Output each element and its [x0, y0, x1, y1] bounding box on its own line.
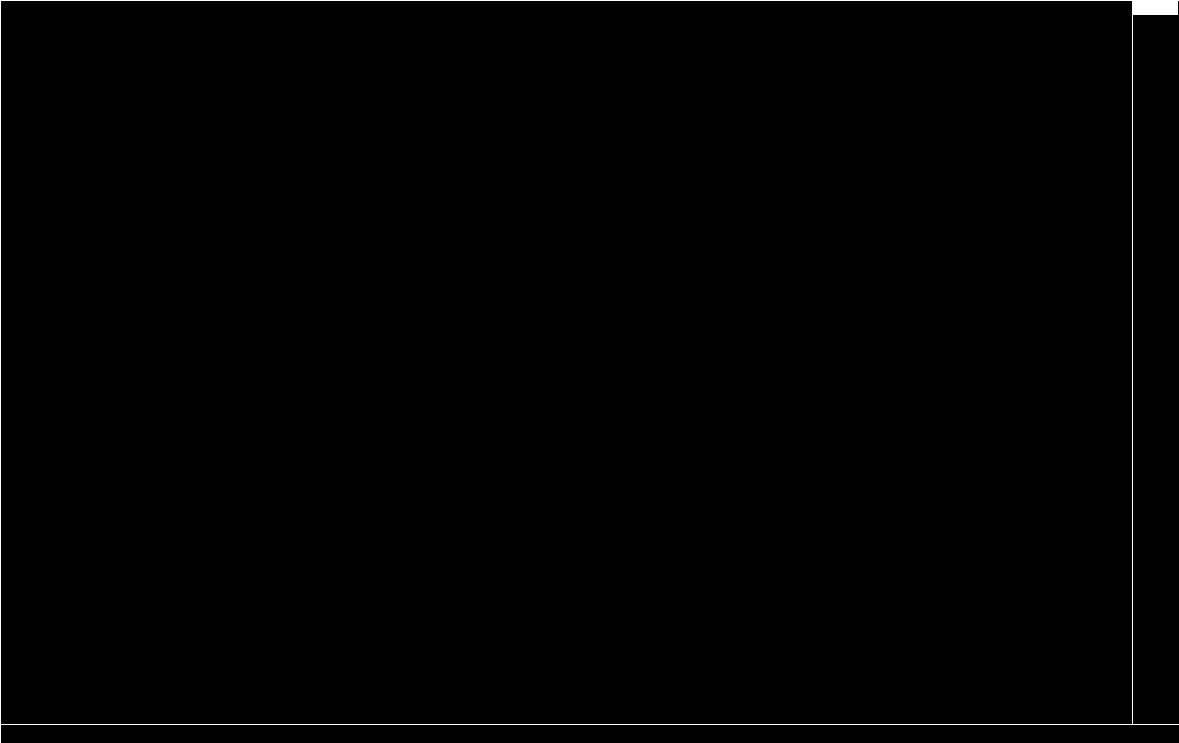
chart-title: [5, 3, 15, 17]
trading-chart-window: [0, 0, 1179, 743]
current-price-tag: [1133, 1, 1178, 15]
time-axis[interactable]: [1, 724, 1179, 743]
cja-indicator-dashboard: [941, 21, 1121, 22]
indicator-panels: [1, 1, 1132, 724]
price-axis[interactable]: [1132, 1, 1179, 724]
